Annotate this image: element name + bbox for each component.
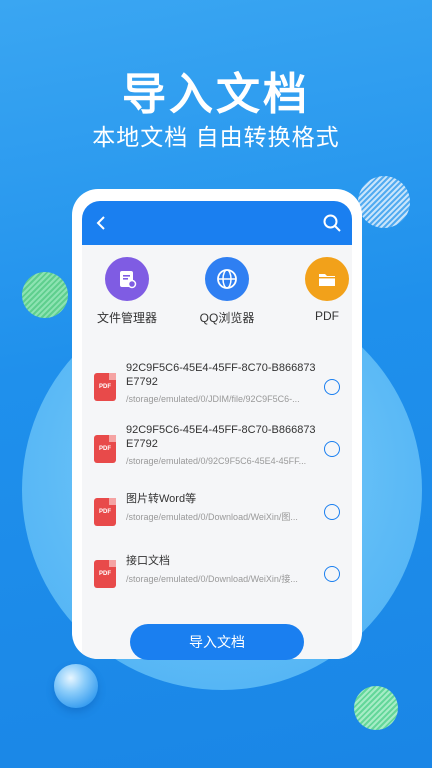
quick-actions: 文件管理器 QQ浏览器 PDF	[82, 257, 352, 337]
app-screen: 文件管理器 QQ浏览器 PDF PDF 92C9F5C6-45E4-45FF-8…	[82, 201, 352, 659]
file-list-item[interactable]: PDF 92C9F5C6-45E4-45FF-8C70-B866873E7792…	[82, 423, 352, 483]
quick-action-file-manager[interactable]: 文件管理器	[82, 257, 172, 326]
pdf-file-icon: PDF	[94, 435, 116, 463]
file-name: 图片转Word等	[126, 493, 197, 505]
select-radio[interactable]	[324, 379, 340, 395]
file-list-item[interactable]: PDF 接口文档 /storage/emulated/0/Download/We…	[82, 548, 352, 608]
quick-action-label: 文件管理器	[96, 311, 157, 325]
quick-action-label: QQ浏览器	[199, 311, 255, 325]
quick-action-qq-browser[interactable]: QQ浏览器	[182, 257, 272, 326]
quick-action-label: PDF	[315, 309, 339, 323]
decorative-dot	[358, 176, 410, 228]
globe-icon	[205, 257, 249, 301]
promo-subhead: 本地文档 自由转换格式	[92, 124, 340, 150]
decorative-dot	[22, 272, 68, 318]
import-documents-button[interactable]: 导入文档	[130, 624, 304, 660]
file-name: 接口文档	[126, 555, 170, 567]
select-radio[interactable]	[324, 566, 340, 582]
search-icon[interactable]	[322, 213, 342, 233]
file-path: /storage/emulated/0/Download/WeiXin/图...	[126, 512, 298, 522]
phone-mockup: 文件管理器 QQ浏览器 PDF PDF 92C9F5C6-45E4-45FF-8…	[72, 189, 362, 659]
pdf-file-icon: PDF	[94, 560, 116, 588]
pdf-file-icon: PDF	[94, 498, 116, 526]
file-path: /storage/emulated/0/92C9F5C6-45E4-45FF..…	[126, 456, 307, 466]
quick-action-pdf[interactable]: PDF	[282, 257, 352, 323]
decorative-dot	[354, 686, 398, 730]
file-list-item[interactable]: PDF 92C9F5C6-45E4-45FF-8C70-B866873E7792…	[82, 361, 352, 421]
file-name: 92C9F5C6-45E4-45FF-8C70-B866873E7792	[126, 424, 316, 450]
promo-headline: 导入文档	[122, 70, 310, 119]
file-manager-icon	[105, 257, 149, 301]
back-arrow-icon[interactable]	[92, 213, 112, 233]
file-name: 92C9F5C6-45E4-45FF-8C70-B866873E7792	[126, 362, 316, 388]
select-radio[interactable]	[324, 441, 340, 457]
pdf-file-icon: PDF	[94, 373, 116, 401]
app-top-bar	[82, 201, 352, 245]
file-list-item[interactable]: PDF 图片转Word等 /storage/emulated/0/Downloa…	[82, 486, 352, 546]
select-radio[interactable]	[324, 504, 340, 520]
file-path: /storage/emulated/0/Download/WeiXin/接...	[126, 574, 298, 584]
folder-icon	[305, 257, 349, 301]
decorative-ball	[54, 664, 98, 708]
file-path: /storage/emulated/0/JDIM/file/92C9F5C6-.…	[126, 394, 300, 404]
